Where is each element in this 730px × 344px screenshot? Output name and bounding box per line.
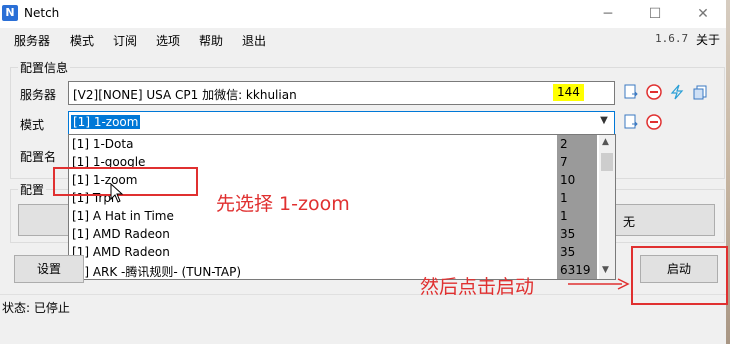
menu-server[interactable]: 服务器 [14, 32, 50, 49]
edit-server-icon[interactable] [623, 84, 639, 100]
menu-subscription[interactable]: 订阅 [113, 32, 137, 49]
title-bar: N Netch ─ ☐ ✕ [0, 0, 726, 28]
scroll-up-icon[interactable]: ▲ [602, 137, 609, 147]
server-label: 服务器 [20, 88, 57, 102]
mode-select-value: [1] 1-zoom [71, 115, 141, 129]
server-delay: 144 [553, 84, 584, 101]
menu-options[interactable]: 选项 [156, 32, 180, 49]
list-item-count: 35 [560, 245, 576, 259]
list-item-count: 10 [560, 173, 576, 187]
list-item[interactable]: [1] 1-Dota 2 [69, 135, 597, 153]
delete-server-icon[interactable] [646, 84, 662, 100]
window-title: Netch [24, 6, 60, 20]
server-select-value: [V2][NONE] USA CP1 加微信: kkhulian [73, 88, 297, 102]
menu-bar: 服务器 模式 订阅 选项 帮助 退出 [0, 28, 726, 50]
annotation-choose-text: 先选择 1-zoom [216, 193, 350, 215]
version-label: 1.6.7 [655, 32, 689, 45]
chevron-down-icon[interactable]: ▼ [596, 115, 612, 131]
annotation-arrow-icon [568, 278, 630, 290]
edit-mode-icon[interactable] [623, 114, 639, 130]
mouse-cursor-icon [110, 183, 124, 203]
list-item-count: 7 [560, 155, 568, 169]
menu-about[interactable]: 关于 [696, 31, 720, 48]
menu-exit[interactable]: 退出 [242, 32, 266, 49]
annotation-box-start [631, 246, 728, 305]
annotation-box-mode [53, 167, 198, 196]
menu-help[interactable]: 帮助 [199, 32, 223, 49]
server-select[interactable]: [V2][NONE] USA CP1 加微信: kkhulian 144 [68, 81, 615, 105]
profiles-group-title: 配置 [18, 181, 47, 198]
maximize-button[interactable]: ☐ [632, 0, 678, 28]
list-item-count: 2 [560, 137, 568, 151]
status-bar: 状态: 已停止 [0, 294, 726, 315]
profile-button-label: 无 [623, 215, 636, 229]
speedtest-icon[interactable] [669, 84, 685, 100]
mode-select[interactable]: [1] 1-zoom ▼ [68, 111, 615, 135]
profile-name-label: 配置名 [20, 150, 57, 164]
list-item[interactable]: [1] AMD Radeon 35 [69, 225, 597, 243]
mode-label: 模式 [20, 118, 45, 132]
dropdown-scrollbar[interactable]: ▲ ▼ [599, 135, 615, 279]
settings-button[interactable]: 设置 [14, 255, 84, 283]
annotation-click-text: 然后点击启动 [420, 276, 535, 298]
list-item-count: 1 [560, 191, 568, 205]
list-item[interactable]: [1] AMD Radeon 35 [69, 243, 597, 261]
list-item-count: 6319 [560, 263, 591, 277]
copy-server-icon[interactable] [692, 84, 708, 100]
status-text: 状态: 已停止 [2, 301, 70, 315]
list-item-count: 1 [560, 209, 568, 223]
menu-mode[interactable]: 模式 [70, 32, 94, 49]
scrollbar-thumb[interactable] [601, 153, 613, 171]
config-group-title: 配置信息 [18, 59, 71, 76]
delete-mode-icon[interactable] [646, 114, 662, 130]
scroll-down-icon[interactable]: ▼ [602, 265, 609, 275]
minimize-button[interactable]: ─ [585, 0, 631, 28]
netch-app-icon: N [2, 5, 18, 21]
close-button[interactable]: ✕ [680, 0, 726, 28]
list-item-count: 35 [560, 227, 576, 241]
